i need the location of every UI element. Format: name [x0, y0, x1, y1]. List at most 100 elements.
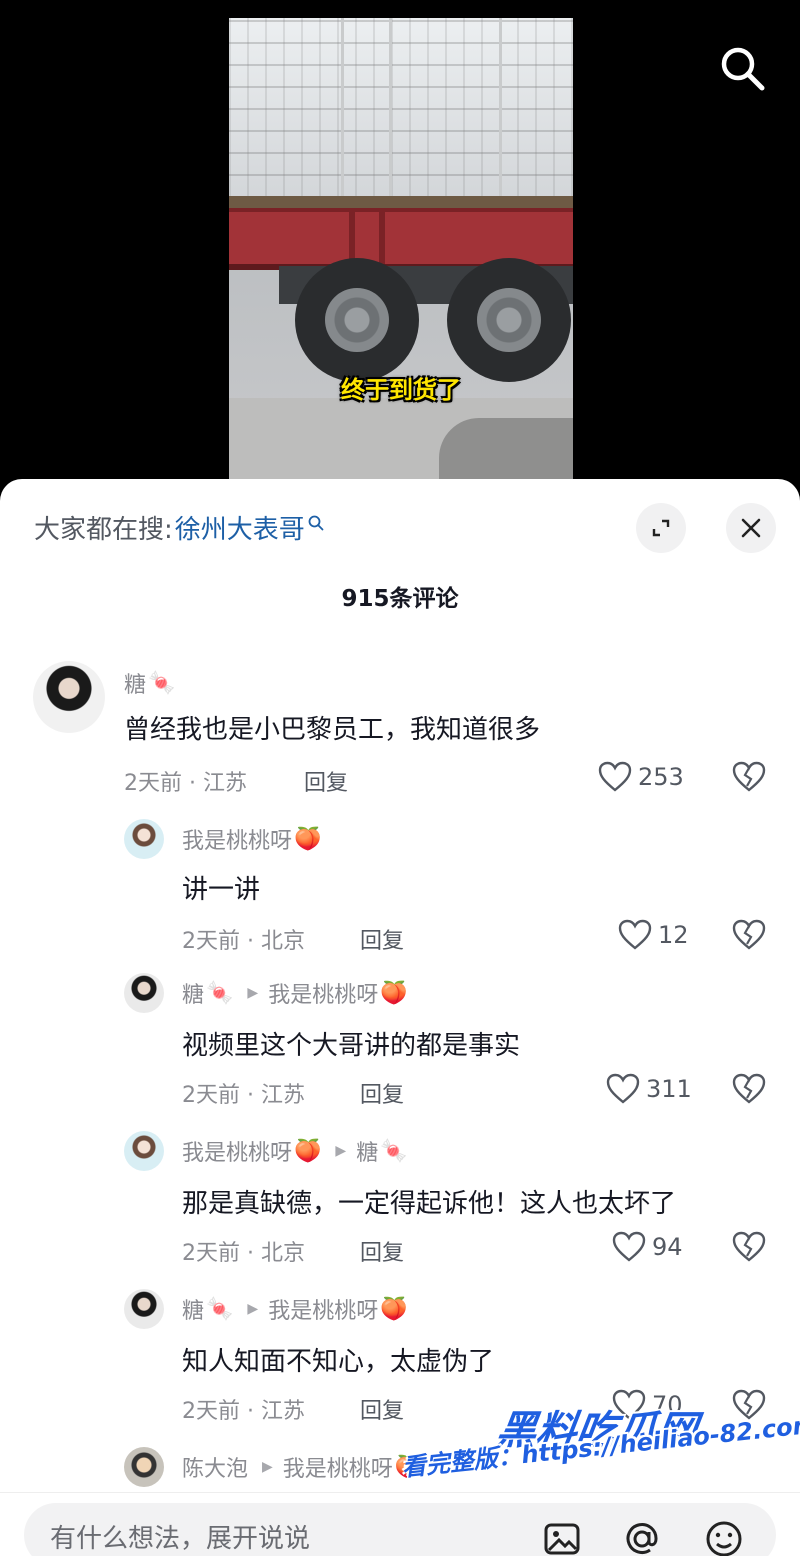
author-name: 糖	[182, 983, 205, 1008]
reply-to-name[interactable]: 我是桃桃呀	[283, 1451, 393, 1483]
reply-arrow-icon: ▶	[247, 1301, 259, 1317]
comment-text: 曾经我也是小巴黎员工，我知道很多	[124, 715, 541, 745]
author-name: 我是桃桃呀	[182, 829, 293, 854]
emoji-button[interactable]	[704, 1519, 744, 1556]
reply-item: 糖 🍬 ▶ 我是桃桃呀 🍑 视频里这个大哥讲的都是事实 2天前 · 江苏 回复 …	[0, 973, 800, 1113]
mention-button[interactable]	[622, 1519, 662, 1556]
reply-button[interactable]: 回复	[360, 1393, 404, 1425]
author-emoji: 🍑	[294, 1138, 322, 1164]
like-button[interactable]: 311	[606, 1073, 692, 1105]
comment-item: 糖 🍬 曾经我也是小巴黎员工，我知道很多 2天前 · 江苏 回复 253	[0, 659, 800, 799]
comment-author[interactable]: 糖 🍬 ▶ 我是桃桃呀 🍑	[182, 977, 408, 1009]
close-icon	[741, 518, 761, 538]
reply-button[interactable]: 回复	[360, 1077, 404, 1109]
comment-author[interactable]: 陈大泡 ▶ 我是桃桃呀 🍑	[182, 1451, 422, 1483]
emoji-icon	[706, 1521, 742, 1556]
like-button[interactable]: 253	[598, 761, 684, 793]
comment-author[interactable]: 糖 🍬	[124, 667, 175, 699]
like-button[interactable]: 94	[612, 1231, 683, 1263]
video-player[interactable]: 终于到货了	[0, 0, 800, 500]
reply-arrow-icon: ▶	[247, 985, 259, 1001]
reply-to-name[interactable]: 我是桃桃呀	[268, 1293, 378, 1325]
reply-arrow-icon: ▶	[262, 1459, 273, 1475]
like-count: 12	[658, 921, 689, 949]
comment-input[interactable]: 有什么想法，展开说说	[24, 1503, 776, 1556]
comment-text: 视频里这个大哥讲的都是事实	[182, 1031, 521, 1061]
comment-meta: 2天前 · 江苏	[182, 1399, 305, 1424]
at-icon	[626, 1523, 658, 1554]
search-icon	[308, 515, 324, 530]
heart-icon	[618, 919, 652, 950]
reply-to-name[interactable]: 我是桃桃呀	[268, 977, 378, 1009]
heart-icon	[598, 761, 632, 792]
heart-icon	[612, 1231, 646, 1262]
search-suggestion[interactable]: 大家都在搜: 徐州大表哥	[34, 509, 325, 546]
road	[229, 398, 573, 480]
search-suggestion-keyword[interactable]: 徐州大表哥	[175, 509, 305, 546]
expand-icon	[652, 519, 670, 537]
dislike-button[interactable]	[732, 761, 766, 797]
truck-cargo	[229, 18, 573, 198]
author-name: 糖	[124, 673, 147, 698]
avatar[interactable]	[124, 1289, 164, 1329]
image-button[interactable]	[542, 1519, 582, 1556]
author-emoji: 🍑	[294, 826, 322, 852]
expand-button[interactable]	[636, 503, 686, 553]
comment-text: 讲一讲	[182, 875, 261, 905]
broken-heart-icon	[732, 761, 766, 792]
search-button[interactable]	[714, 40, 770, 96]
avatar[interactable]	[124, 1131, 164, 1171]
reply-to-emoji: 🍑	[380, 1296, 408, 1322]
avatar[interactable]	[124, 973, 164, 1013]
comment-text: 那是真缺德，一定得起诉他！这人也太坏了	[182, 1189, 677, 1219]
comment-count: 915条评论	[341, 586, 459, 612]
reply-to-emoji: 🍬	[380, 1138, 408, 1164]
like-count: 253	[638, 763, 684, 791]
author-emoji: 🍬	[148, 670, 176, 696]
reply-to-name[interactable]: 糖	[356, 1135, 378, 1167]
search-icon	[721, 47, 765, 91]
reply-item: 我是桃桃呀 🍑 ▶ 糖 🍬 那是真缺德，一定得起诉他！这人也太坏了 2天前 · …	[0, 1131, 800, 1271]
comment-input-placeholder: 有什么想法，展开说说	[50, 1524, 311, 1554]
search-suggestion-prefix: 大家都在搜:	[34, 515, 173, 545]
comment-input-bar: 有什么想法，展开说说	[0, 1492, 800, 1556]
reply-button[interactable]: 回复	[360, 1235, 404, 1267]
image-icon	[544, 1523, 580, 1555]
comment-meta: 2天前 · 北京	[182, 1241, 305, 1266]
broken-heart-icon	[732, 1073, 766, 1104]
heart-icon	[606, 1073, 640, 1104]
dislike-button[interactable]	[732, 919, 766, 955]
dislike-button[interactable]	[732, 1073, 766, 1109]
reply-to-emoji: 🍑	[380, 980, 408, 1006]
reply-arrow-icon: ▶	[335, 1143, 347, 1159]
comment-sheet: 大家都在搜: 徐州大表哥 915条评论 糖 🍬 曾经我也是小巴黎员工，我知道很多…	[0, 479, 800, 1556]
comment-meta: 2天前 · 北京	[182, 929, 305, 954]
comment-author[interactable]: 我是桃桃呀 🍑 ▶ 糖 🍬	[182, 1135, 408, 1167]
comment-author[interactable]: 我是桃桃呀 🍑	[182, 823, 321, 855]
comment-text: 知人知面不知心，太虚伪了	[182, 1347, 495, 1377]
avatar[interactable]	[33, 661, 105, 733]
video-frame[interactable]: 终于到货了	[229, 18, 573, 480]
reply-button[interactable]: 回复	[360, 923, 404, 955]
author-emoji: 🍬	[206, 1296, 234, 1322]
reply-button[interactable]: 回复	[304, 765, 348, 797]
author-name: 我是桃桃呀	[182, 1141, 293, 1166]
close-button[interactable]	[726, 503, 776, 553]
author-name: 糖	[182, 1299, 205, 1324]
broken-heart-icon	[732, 919, 766, 950]
truck-wheel	[447, 258, 571, 382]
video-caption: 终于到货了	[341, 376, 461, 404]
comment-meta: 2天前 · 江苏	[182, 1083, 305, 1108]
avatar[interactable]	[124, 819, 164, 859]
avatar[interactable]	[124, 1447, 164, 1487]
dislike-button[interactable]	[732, 1231, 766, 1267]
broken-heart-icon	[732, 1231, 766, 1262]
comment-author[interactable]: 糖 🍬 ▶ 我是桃桃呀 🍑	[182, 1293, 408, 1325]
author-emoji: 🍬	[206, 980, 234, 1006]
like-button[interactable]: 12	[618, 919, 689, 951]
like-count: 94	[652, 1233, 683, 1261]
truck-wheel	[295, 258, 419, 382]
like-count: 311	[646, 1075, 692, 1103]
comment-meta: 2天前 · 江苏	[124, 771, 247, 796]
reply-item: 我是桃桃呀 🍑 讲一讲 2天前 · 北京 回复 12	[0, 819, 800, 959]
